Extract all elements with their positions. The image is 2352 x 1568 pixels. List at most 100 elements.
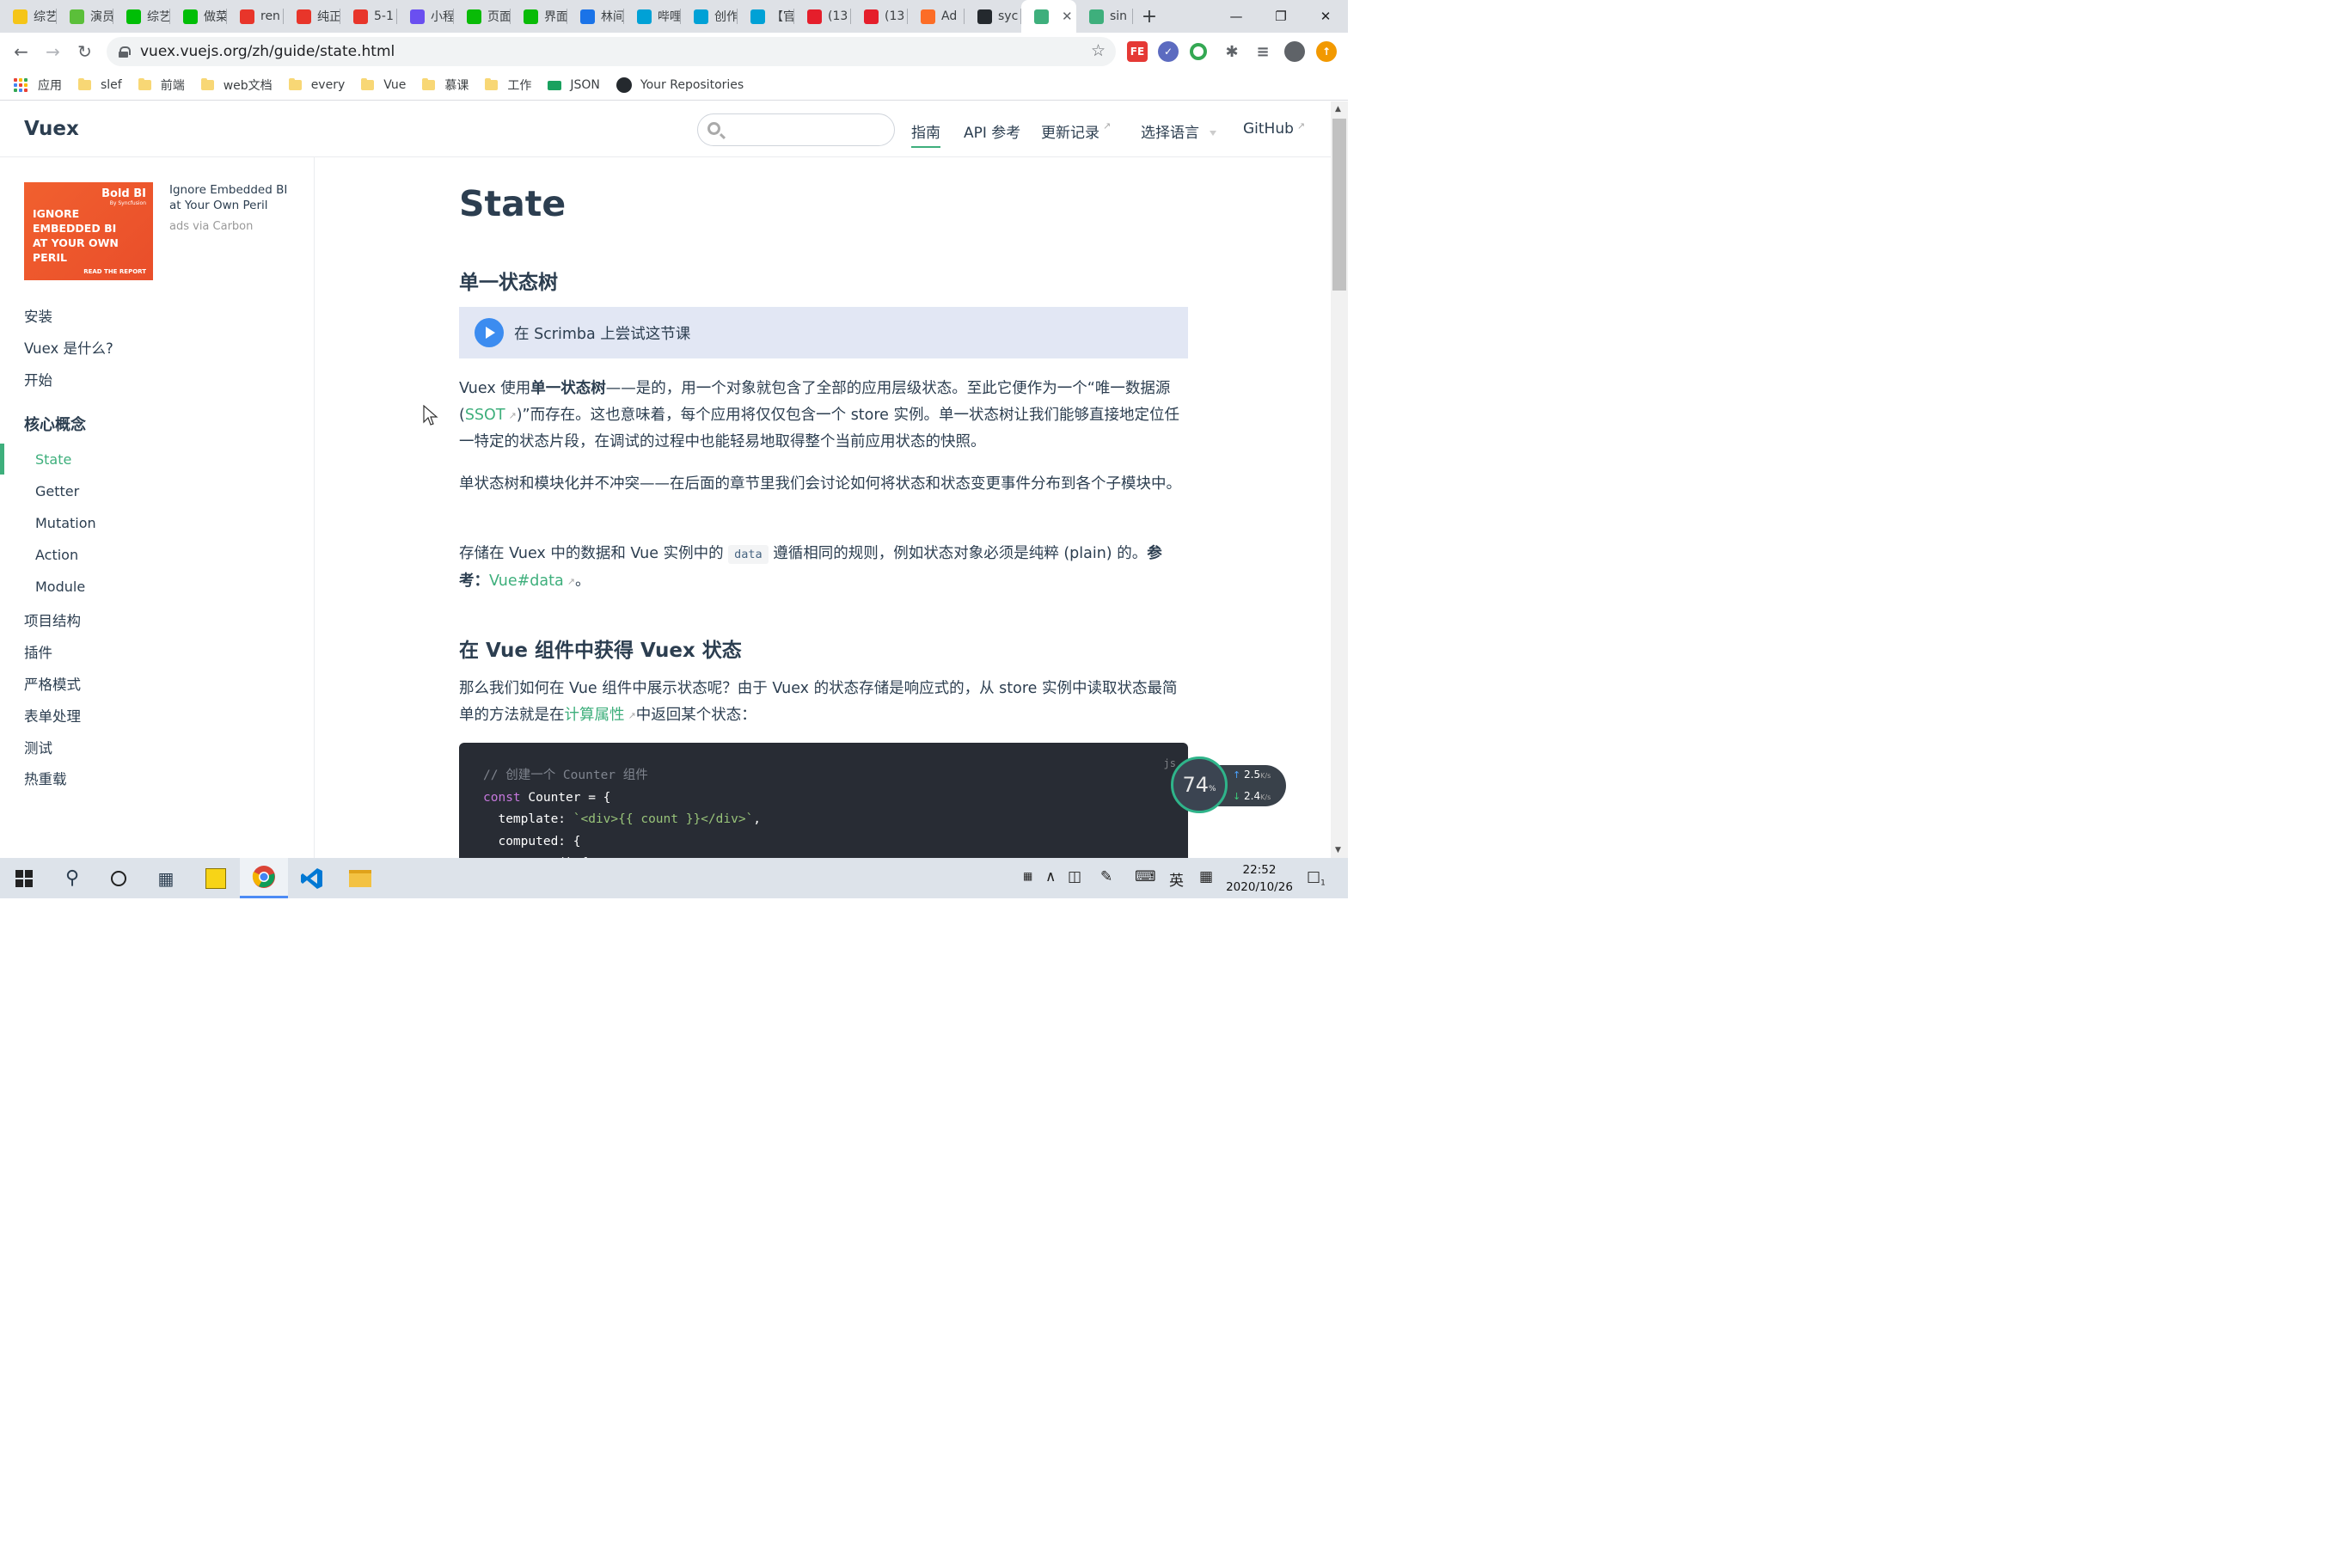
browser-tab[interactable]: 哔哩 [624,0,681,33]
new-tab-button[interactable]: + [1133,0,1166,33]
ad-image[interactable]: Bold BI By Syncfusion IGNORE EMBEDDED BI … [24,182,153,280]
bookmark-item[interactable]: web文档 [200,70,273,101]
puzzle-extensions-icon[interactable]: ✱ [1222,41,1242,62]
bookmark-item[interactable]: Vue [361,70,406,101]
browser-tab[interactable]: 演员 [57,0,113,33]
browser-tab[interactable]: 小程 [397,0,454,33]
scrollbar-thumb[interactable] [1332,119,1346,291]
scroll-up-icon[interactable]: ▲ [1335,105,1341,113]
sidebar-group-core-concepts[interactable]: 核心概念 [24,413,86,435]
scrimba-link[interactable]: 在 Scrimba 上尝试这节课 [459,307,1188,358]
back-arrow-icon[interactable]: ← [5,33,37,70]
browser-tab[interactable]: 做菜 [170,0,227,33]
browser-tab[interactable]: Ad [908,0,965,33]
browser-tab[interactable]: 林间 [567,0,624,33]
browser-tab[interactable]: ✕ [1021,0,1076,33]
windows-start-icon[interactable] [0,858,48,898]
sidebar-item-state[interactable]: State [35,451,71,468]
bookmark-item[interactable]: Your Repositories [616,70,744,101]
ads-via-carbon-link[interactable]: ads via Carbon [169,220,253,233]
bookmark-item[interactable]: 应用 [14,70,62,101]
bookmark-item[interactable]: JSON [548,70,600,101]
browser-tab[interactable]: 综艺 [0,0,57,33]
profile-avatar-icon[interactable] [1284,41,1305,62]
forward-arrow-icon[interactable]: → [37,33,69,70]
device-icon[interactable]: ◫ [1068,868,1081,885]
sidebar-item-module[interactable]: Module [35,579,85,595]
bookmark-item[interactable]: 慕课 [422,70,469,101]
notification-center-icon[interactable]: □1 [1307,868,1326,887]
sidebar-item-action[interactable]: Action [35,547,78,563]
browser-tab[interactable]: 综艺 [113,0,170,33]
reload-icon[interactable]: ↻ [69,33,101,70]
nav-github[interactable]: GitHub ↗ [1243,120,1305,138]
browser-tab[interactable]: 5-1 [340,0,397,33]
browser-tab[interactable]: 创作 [681,0,738,33]
cortana-icon[interactable] [95,858,143,898]
bookmark-item[interactable]: 工作 [485,70,531,101]
restore-icon[interactable]: ❐ [1259,0,1303,33]
network-monitor-widget[interactable]: 74% ↑ 2.5K/s ↓ 2.4K/s [1171,756,1286,815]
minimize-icon[interactable]: — [1214,0,1259,33]
site-logo[interactable]: Vuex [24,118,79,140]
sidebar-item-form-handling[interactable]: 表单处理 [24,705,81,726]
browser-tab[interactable]: sin [1076,0,1133,33]
code-block[interactable]: js // 创建一个 Counter 组件 const Counter = { … [459,743,1188,863]
system-clock[interactable]: 22:52 2020/10/26 [1221,861,1298,896]
pen-icon[interactable]: ✎ [1100,868,1112,885]
close-icon[interactable]: ✕ [1303,0,1348,33]
sidebar-item-testing[interactable]: 测试 [24,737,52,757]
sidebar-item-project-structure[interactable]: 项目结构 [24,609,81,630]
file-explorer-icon[interactable] [336,858,384,898]
fe-extension-icon[interactable]: FE [1127,41,1148,62]
checkmark-extension-icon[interactable]: ✓ [1158,41,1179,62]
browser-tab[interactable]: (13 [794,0,851,33]
chevron-up-icon[interactable]: ∧ [1045,868,1056,885]
ssot-link[interactable]: SSOT [465,407,505,424]
sticky-notes-icon[interactable] [192,858,240,898]
nav-language-dropdown[interactable]: 选择语言 [1141,120,1216,142]
page-scrollbar[interactable]: ▲ ▼ [1331,101,1348,858]
bookmark-item[interactable]: every [288,70,345,101]
address-bar[interactable]: vuex.vuejs.org/zh/guide/state.html ☆ [107,37,1116,66]
media-queue-icon[interactable]: ≡ [1253,41,1273,62]
nav-changelog[interactable]: 更新记录 ↗ [1041,120,1111,142]
ime-status-icon[interactable]: ▦ [1023,870,1032,882]
chrome-taskbar-icon[interactable] [240,858,288,898]
sidebar-item-install[interactable]: 安装 [24,305,52,326]
ad-text-link[interactable]: Ignore Embedded BI at Your Own Peril [169,182,298,213]
browser-tab[interactable]: 界面 [511,0,567,33]
input-language[interactable]: 英 [1169,868,1184,890]
browser-tab[interactable]: syc [965,0,1021,33]
nav-api[interactable]: API 参考 [964,120,1020,142]
bookmark-star-icon[interactable]: ☆ [1091,41,1106,60]
scroll-down-icon[interactable]: ▼ [1335,846,1341,854]
sidebar-item-plugins[interactable]: 插件 [24,641,52,662]
task-view-icon[interactable]: ▦ [142,858,190,898]
ime-mode-icon[interactable]: ▦ [1199,868,1213,885]
sidebar-item-hot-reload[interactable]: 热重载 [24,768,67,788]
nav-guide[interactable]: 指南 [911,120,940,148]
browser-tab[interactable]: (13 [851,0,908,33]
computed-properties-link[interactable]: 计算属性 [565,707,625,724]
keyboard-icon[interactable]: ⌨ [1135,868,1156,885]
vue-data-link[interactable]: Vue#data [489,573,564,590]
sidebar-item-strict-mode[interactable]: 严格模式 [24,673,81,694]
bookmark-item[interactable]: slef [78,70,122,101]
search-input[interactable] [697,113,895,146]
update-icon[interactable]: ↑ [1316,41,1337,62]
sidebar-item-what-is-vuex[interactable]: Vuex 是什么? [24,337,113,358]
browser-tab[interactable]: 【官 [738,0,794,33]
chrome-color-extension-icon[interactable] [1190,43,1207,60]
browser-tab[interactable]: 页面 [454,0,511,33]
lock-icon[interactable] [119,46,131,58]
browser-tab[interactable]: ren [227,0,284,33]
close-tab-icon[interactable]: ✕ [1062,9,1073,24]
sidebar-item-getter[interactable]: Getter [35,483,79,499]
browser-tab[interactable]: 纯正 [284,0,340,33]
bookmark-item[interactable]: 前端 [138,70,185,101]
search-icon[interactable]: ⚲ [48,858,96,898]
vscode-taskbar-icon[interactable] [288,858,336,898]
sidebar-item-mutation[interactable]: Mutation [35,515,96,531]
sidebar-item-getting-started[interactable]: 开始 [24,369,52,389]
